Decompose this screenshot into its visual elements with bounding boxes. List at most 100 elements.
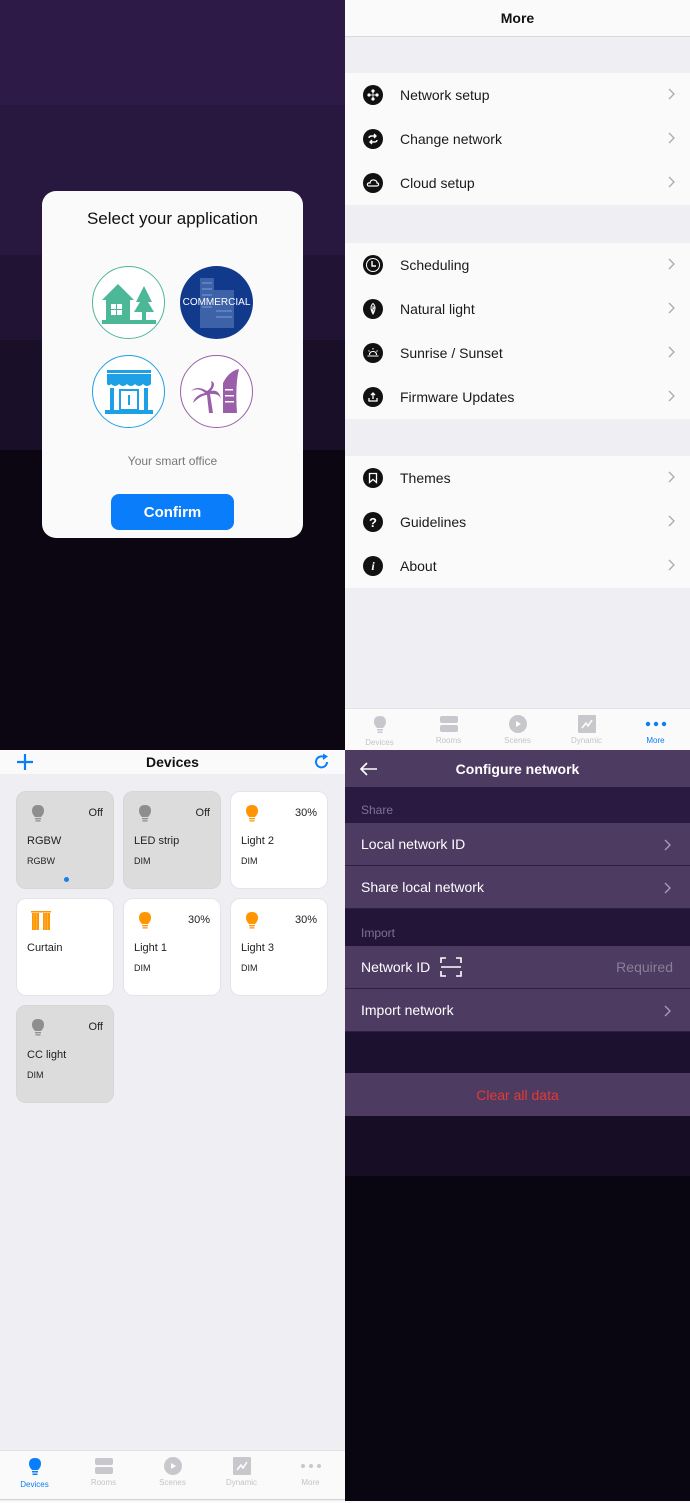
menu-item-label: Sunrise / Sunset	[400, 345, 503, 361]
tab-dynamic[interactable]: Dynamic	[207, 1451, 276, 1499]
confirm-button[interactable]: Confirm	[111, 494, 234, 530]
network-id-field[interactable]: Network ID Required	[345, 946, 690, 989]
chevron-right-icon	[664, 1005, 671, 1017]
device-card[interactable]: Off RGBW RGBW	[16, 791, 114, 889]
retail-option[interactable]	[92, 355, 165, 428]
menu-item-natural-light[interactable]: Natural light	[345, 287, 690, 331]
upload-icon	[363, 387, 383, 407]
page-indicator-dot	[64, 877, 69, 882]
share-local-network-row[interactable]: Share local network	[345, 866, 690, 909]
menu-group-automation: Scheduling Natural light Sunrise / Sunse…	[345, 243, 690, 419]
device-type: DIM	[134, 856, 151, 866]
spacer	[345, 1032, 690, 1073]
menu-item-cloud-setup[interactable]: Cloud setup	[345, 161, 690, 205]
menu-item-guidelines[interactable]: ? Guidelines	[345, 500, 690, 544]
swap-icon	[363, 129, 383, 149]
tab-more[interactable]: More	[276, 1451, 345, 1499]
chevron-right-icon	[668, 471, 675, 483]
device-card[interactable]: Curtain	[16, 898, 114, 996]
device-card[interactable]: 30% Light 2 DIM	[230, 791, 328, 889]
device-card[interactable]: Off LED strip DIM	[123, 791, 221, 889]
menu-item-label: Change network	[400, 131, 502, 147]
clear-all-data-button[interactable]: Clear all data	[345, 1073, 690, 1116]
menu-item-change-network[interactable]: Change network	[345, 117, 690, 161]
device-card[interactable]: Off CC light DIM	[16, 1005, 114, 1103]
chart-icon	[232, 1457, 251, 1475]
bookmark-icon	[363, 468, 383, 488]
bulb-icon	[138, 804, 152, 829]
menu-item-scheduling[interactable]: Scheduling	[345, 243, 690, 287]
background-band	[0, 0, 345, 105]
device-state: Off	[195, 807, 210, 819]
commercial-option[interactable]: COMMERCIAL	[180, 266, 253, 339]
device-name: Light 3	[241, 942, 275, 954]
device-type: RGBW	[27, 856, 55, 866]
import-network-row[interactable]: Import network	[345, 989, 690, 1032]
spacer	[345, 1116, 690, 1176]
menu-item-about[interactable]: i About	[345, 544, 690, 588]
device-type: DIM	[241, 963, 258, 973]
chevron-right-icon	[668, 302, 675, 314]
chevron-right-icon	[668, 176, 675, 188]
device-card[interactable]: 30% Light 3 DIM	[230, 898, 328, 996]
tab-bar: Devices Rooms Scenes Dynamic More	[345, 708, 690, 750]
menu-item-sunrise-sunset[interactable]: Sunrise / Sunset	[345, 331, 690, 375]
tab-dynamic[interactable]: Dynamic	[552, 709, 621, 750]
device-name: Light 1	[134, 942, 168, 954]
configure-network-screen: Configure network Share Local network ID…	[345, 750, 690, 1503]
menu-item-label: About	[400, 558, 437, 574]
play-icon	[163, 1457, 182, 1475]
device-card[interactable]: 30% Light 1 DIM	[123, 898, 221, 996]
cloud-icon	[363, 173, 383, 193]
add-icon[interactable]	[15, 752, 35, 772]
chevron-right-icon	[668, 132, 675, 144]
network-id-input[interactable]: Required	[616, 959, 673, 975]
tab-devices[interactable]: Devices	[0, 1451, 69, 1499]
hospitality-option[interactable]	[180, 355, 253, 428]
tab-rooms[interactable]: Rooms	[414, 709, 483, 750]
chevron-right-icon	[668, 346, 675, 358]
curtain-icon	[31, 911, 51, 936]
tab-rooms[interactable]: Rooms	[69, 1451, 138, 1499]
page-title: Configure network	[455, 760, 580, 777]
residential-option[interactable]	[92, 266, 165, 339]
device-state: 30%	[294, 807, 317, 819]
bulb-icon	[31, 1018, 45, 1043]
device-type: DIM	[241, 856, 258, 866]
chevron-right-icon	[668, 390, 675, 402]
tab-scenes[interactable]: Scenes	[138, 1451, 207, 1499]
application-description: Your smart office	[127, 454, 218, 468]
network-icon	[363, 85, 383, 105]
chevron-right-icon	[668, 258, 675, 270]
help-icon: ?	[363, 512, 383, 532]
bulb-icon	[373, 716, 386, 733]
device-state: 30%	[294, 914, 317, 926]
tab-more[interactable]: More	[621, 709, 690, 750]
menu-item-label: Firmware Updates	[400, 389, 515, 405]
more-dots-icon	[645, 721, 666, 727]
refresh-icon[interactable]	[313, 753, 331, 771]
section-header-share: Share	[345, 787, 690, 823]
menu-item-firmware-updates[interactable]: Firmware Updates	[345, 375, 690, 419]
clock-icon	[363, 255, 383, 275]
section-header-import: Import	[345, 909, 690, 946]
menu-item-network-setup[interactable]: Network setup	[345, 73, 690, 117]
device-type: DIM	[134, 963, 151, 973]
menu-item-themes[interactable]: Themes	[345, 456, 690, 500]
back-arrow-icon[interactable]	[359, 761, 379, 777]
local-network-id-row[interactable]: Local network ID	[345, 823, 690, 866]
menu-item-label: Network setup	[400, 87, 490, 103]
chevron-right-icon	[668, 559, 675, 571]
more-dots-icon	[300, 1464, 321, 1468]
chevron-right-icon	[664, 882, 671, 894]
scan-qr-icon[interactable]	[440, 957, 463, 977]
tab-scenes[interactable]: Scenes	[483, 709, 552, 750]
menu-item-label: Scheduling	[400, 257, 470, 273]
leaf-icon	[363, 299, 383, 319]
chart-icon	[577, 715, 596, 733]
rooms-icon	[439, 716, 458, 732]
tab-devices[interactable]: Devices	[345, 709, 414, 750]
menu-group-info: Themes ? Guidelines i About	[345, 456, 690, 588]
bulb-icon	[28, 1458, 41, 1475]
page-title: More	[345, 0, 690, 37]
